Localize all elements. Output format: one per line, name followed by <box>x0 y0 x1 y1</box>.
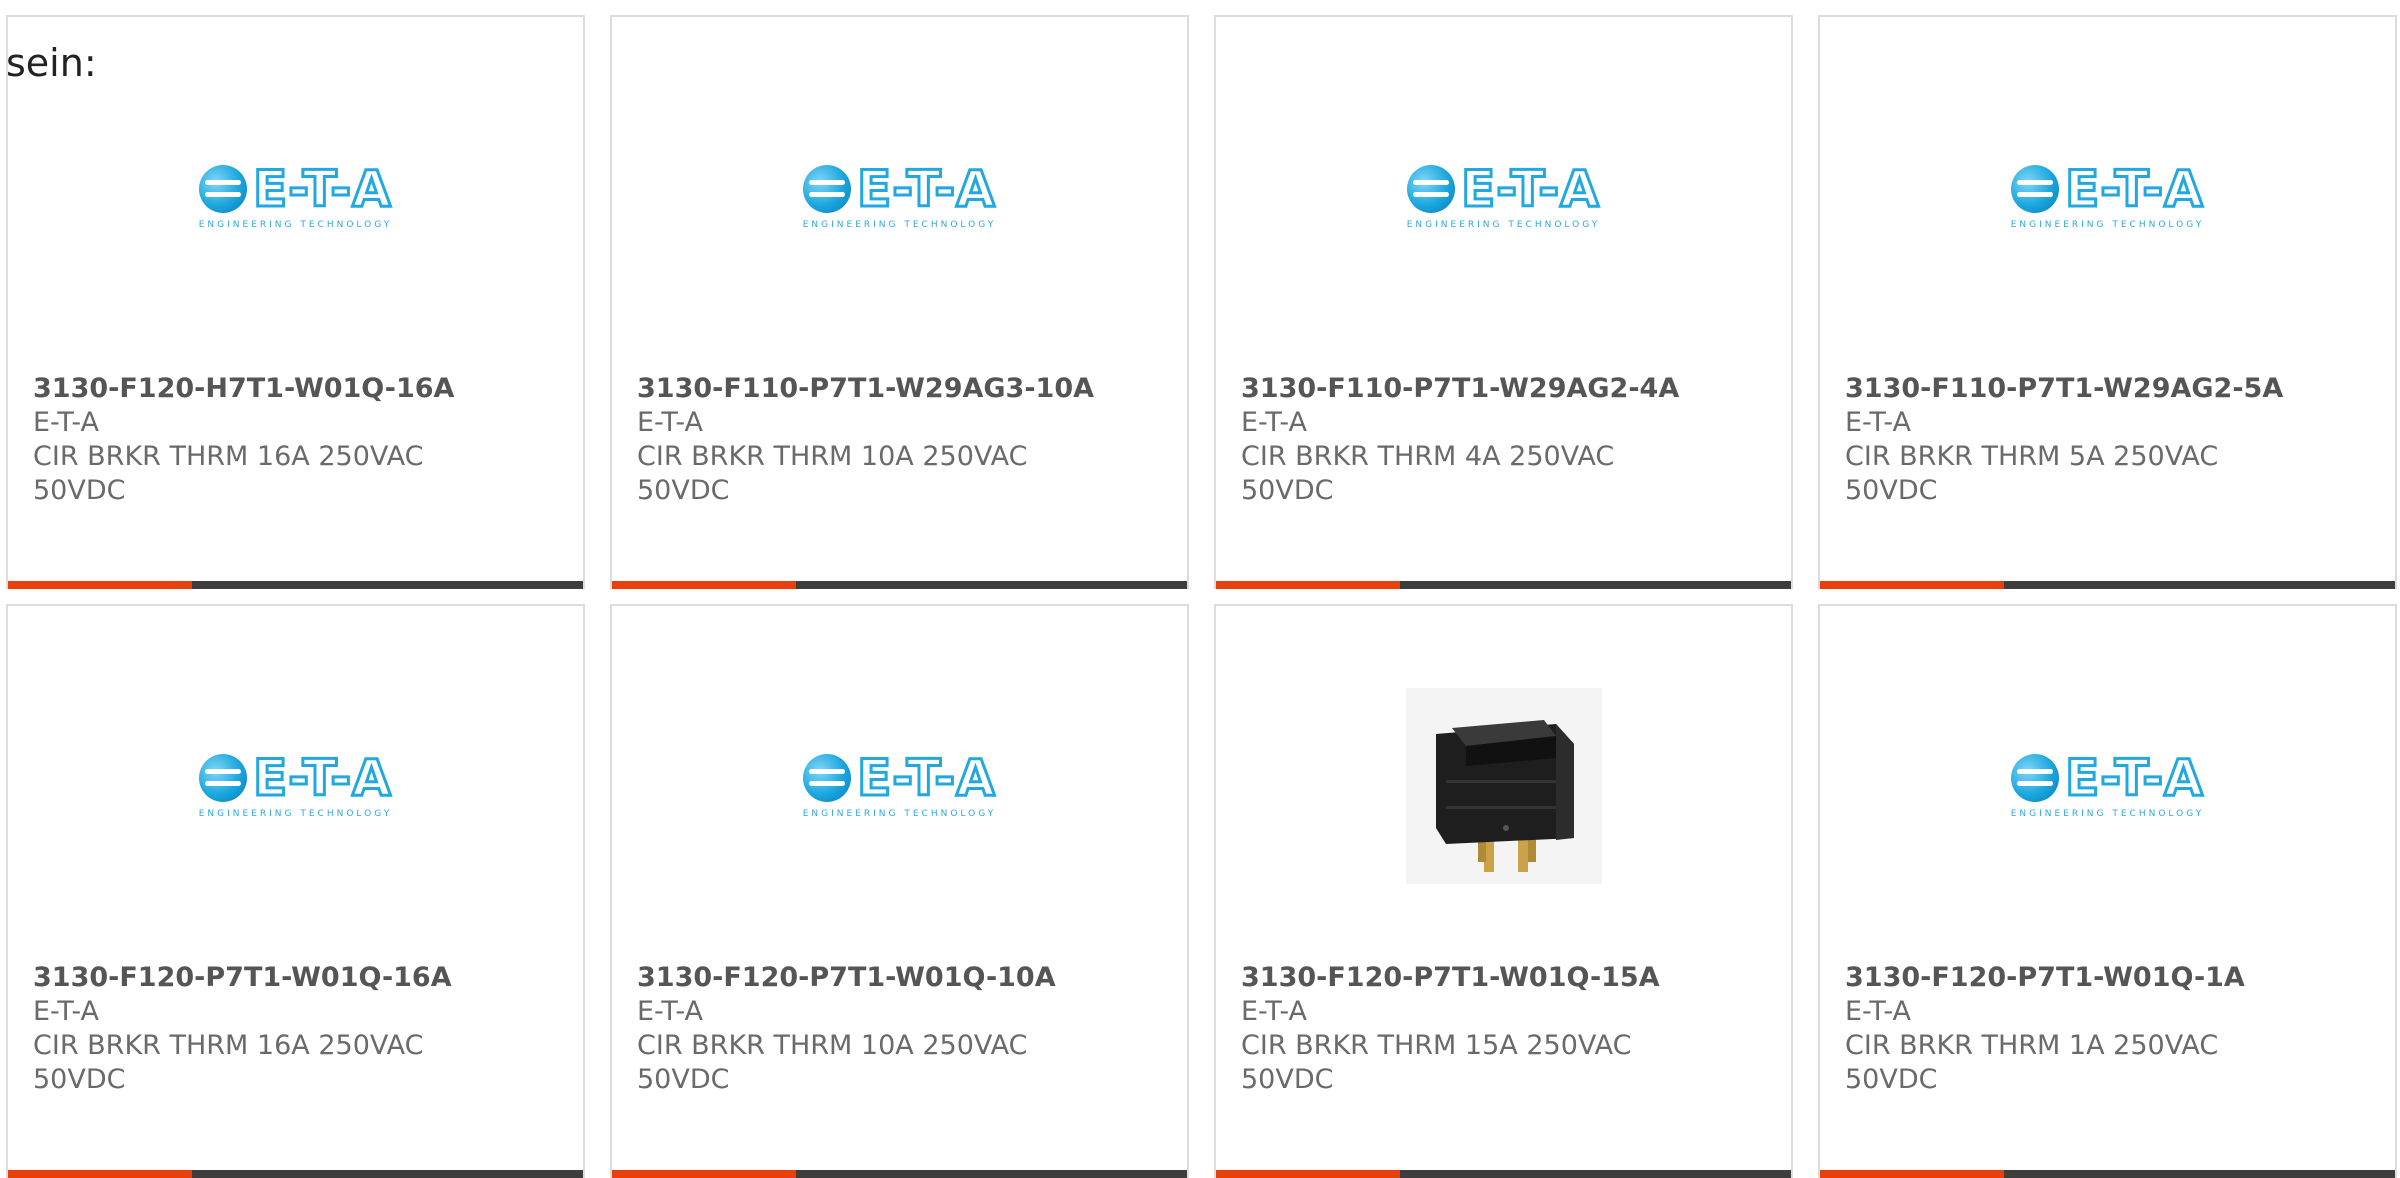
manufacturer: E-T-A <box>1845 996 1911 1027</box>
eta-globe-icon <box>1407 165 1456 213</box>
card-footer-bar <box>1820 1170 2395 1178</box>
product-image[interactable]: E-T-A ENGINEERING TECHNOLOGY <box>8 686 583 886</box>
logo-subtitle: ENGINEERING TECHNOLOGY <box>198 809 393 819</box>
logo-subtitle: ENGINEERING TECHNOLOGY <box>198 220 393 230</box>
intro-text: sein: <box>6 41 97 85</box>
eta-globe-icon <box>2011 754 2060 802</box>
logo-text: E-T-A <box>2064 749 2205 807</box>
logo-subtitle: ENGINEERING TECHNOLOGY <box>2010 809 2205 819</box>
product-image[interactable] <box>1216 686 1791 886</box>
eta-globe-icon <box>2011 165 2060 213</box>
eta-logo: E-T-A ENGINEERING TECHNOLOGY <box>198 749 393 820</box>
card-accent-bar <box>1216 1170 1400 1178</box>
eta-globe-icon <box>803 165 852 213</box>
eta-globe-icon <box>803 754 852 802</box>
product-card[interactable]: E-T-A ENGINEERING TECHNOLOGY 3130-F120-P… <box>1818 604 2397 1178</box>
product-card[interactable]: E-T-A ENGINEERING TECHNOLOGY 3130-F110-P… <box>1818 15 2397 589</box>
manufacturer: E-T-A <box>1241 407 1307 438</box>
card-footer-bar <box>8 1170 583 1178</box>
eta-logo: E-T-A ENGINEERING TECHNOLOGY <box>2010 160 2205 231</box>
product-image[interactable]: E-T-A ENGINEERING TECHNOLOGY <box>1216 97 1791 297</box>
manufacturer: E-T-A <box>637 996 703 1027</box>
description: CIR BRKR THRM 1A 250VAC 50VDC <box>1845 1030 2219 1095</box>
eta-globe-icon <box>199 165 248 213</box>
product-image[interactable]: E-T-A ENGINEERING TECHNOLOGY <box>1820 97 2395 297</box>
product-image[interactable]: E-T-A ENGINEERING TECHNOLOGY <box>8 97 583 297</box>
card-footer-bar <box>1216 581 1791 589</box>
part-number-link[interactable]: 3130-F110-P7T1-W29AG3-10A <box>637 372 1162 406</box>
card-accent-bar <box>1216 581 1400 589</box>
description: CIR BRKR THRM 5A 250VAC 50VDC <box>1845 441 2219 506</box>
description: CIR BRKR THRM 16A 250VAC 50VDC <box>33 1030 424 1095</box>
card-footer-bar <box>1820 581 2395 589</box>
card-footer-bar <box>612 1170 1187 1178</box>
manufacturer: E-T-A <box>33 407 99 438</box>
logo-text: E-T-A <box>856 749 997 807</box>
product-image[interactable]: E-T-A ENGINEERING TECHNOLOGY <box>612 97 1187 297</box>
card-footer-bar <box>8 581 583 589</box>
card-accent-bar <box>1820 581 2004 589</box>
description: CIR BRKR THRM 10A 250VAC 50VDC <box>637 441 1028 506</box>
logo-text: E-T-A <box>252 749 393 807</box>
part-number-link[interactable]: 3130-F120-P7T1-W01Q-15A <box>1241 961 1766 995</box>
manufacturer: E-T-A <box>637 407 703 438</box>
logo-subtitle: ENGINEERING TECHNOLOGY <box>802 220 997 230</box>
logo-text: E-T-A <box>2064 160 2205 218</box>
manufacturer: E-T-A <box>1845 407 1911 438</box>
manufacturer: E-T-A <box>33 996 99 1027</box>
part-number-link[interactable]: 3130-F120-P7T1-W01Q-16A <box>33 961 558 995</box>
logo-subtitle: ENGINEERING TECHNOLOGY <box>1406 220 1601 230</box>
part-number-link[interactable]: 3130-F110-P7T1-W29AG2-5A <box>1845 372 2370 406</box>
logo-text: E-T-A <box>252 160 393 218</box>
card-accent-bar <box>8 581 192 589</box>
part-number-link[interactable]: 3130-F120-P7T1-W01Q-1A <box>1845 961 2370 995</box>
description: CIR BRKR THRM 10A 250VAC 50VDC <box>637 1030 1028 1095</box>
card-accent-bar <box>8 1170 192 1178</box>
logo-subtitle: ENGINEERING TECHNOLOGY <box>802 809 997 819</box>
product-grid: E-T-A ENGINEERING TECHNOLOGY 3130-F120-H… <box>0 0 2400 1178</box>
eta-globe-icon <box>199 754 248 802</box>
eta-logo: E-T-A ENGINEERING TECHNOLOGY <box>802 749 997 820</box>
rocker-switch-photo <box>1405 688 1602 884</box>
card-accent-bar <box>1820 1170 2004 1178</box>
product-image[interactable]: E-T-A ENGINEERING TECHNOLOGY <box>1820 686 2395 886</box>
eta-logo: E-T-A ENGINEERING TECHNOLOGY <box>2010 749 2205 820</box>
card-footer-bar <box>612 581 1187 589</box>
manufacturer: E-T-A <box>1241 996 1307 1027</box>
eta-logo: E-T-A ENGINEERING TECHNOLOGY <box>802 160 997 231</box>
part-number-link[interactable]: 3130-F120-P7T1-W01Q-10A <box>637 961 1162 995</box>
card-accent-bar <box>612 1170 796 1178</box>
product-card[interactable]: E-T-A ENGINEERING TECHNOLOGY 3130-F120-H… <box>6 15 585 589</box>
description: CIR BRKR THRM 4A 250VAC 50VDC <box>1241 441 1615 506</box>
product-card[interactable]: 3130-F120-P7T1-W01Q-15A E-T-A CIR BRKR T… <box>1214 604 1793 1178</box>
card-footer-bar <box>1216 1170 1791 1178</box>
eta-logo: E-T-A ENGINEERING TECHNOLOGY <box>198 160 393 231</box>
eta-logo: E-T-A ENGINEERING TECHNOLOGY <box>1406 160 1601 231</box>
part-number-link[interactable]: 3130-F110-P7T1-W29AG2-4A <box>1241 372 1766 406</box>
part-number-link[interactable]: 3130-F120-H7T1-W01Q-16A <box>33 372 558 406</box>
product-card[interactable]: E-T-A ENGINEERING TECHNOLOGY 3130-F110-P… <box>610 15 1189 589</box>
product-image[interactable]: E-T-A ENGINEERING TECHNOLOGY <box>612 686 1187 886</box>
logo-subtitle: ENGINEERING TECHNOLOGY <box>2010 220 2205 230</box>
description: CIR BRKR THRM 15A 250VAC 50VDC <box>1241 1030 1632 1095</box>
product-card[interactable]: E-T-A ENGINEERING TECHNOLOGY 3130-F120-P… <box>610 604 1189 1178</box>
product-card[interactable]: E-T-A ENGINEERING TECHNOLOGY 3130-F120-P… <box>6 604 585 1178</box>
description: CIR BRKR THRM 16A 250VAC 50VDC <box>33 441 424 506</box>
logo-text: E-T-A <box>1460 160 1601 218</box>
product-card[interactable]: E-T-A ENGINEERING TECHNOLOGY 3130-F110-P… <box>1214 15 1793 589</box>
logo-text: E-T-A <box>856 160 997 218</box>
card-accent-bar <box>612 581 796 589</box>
